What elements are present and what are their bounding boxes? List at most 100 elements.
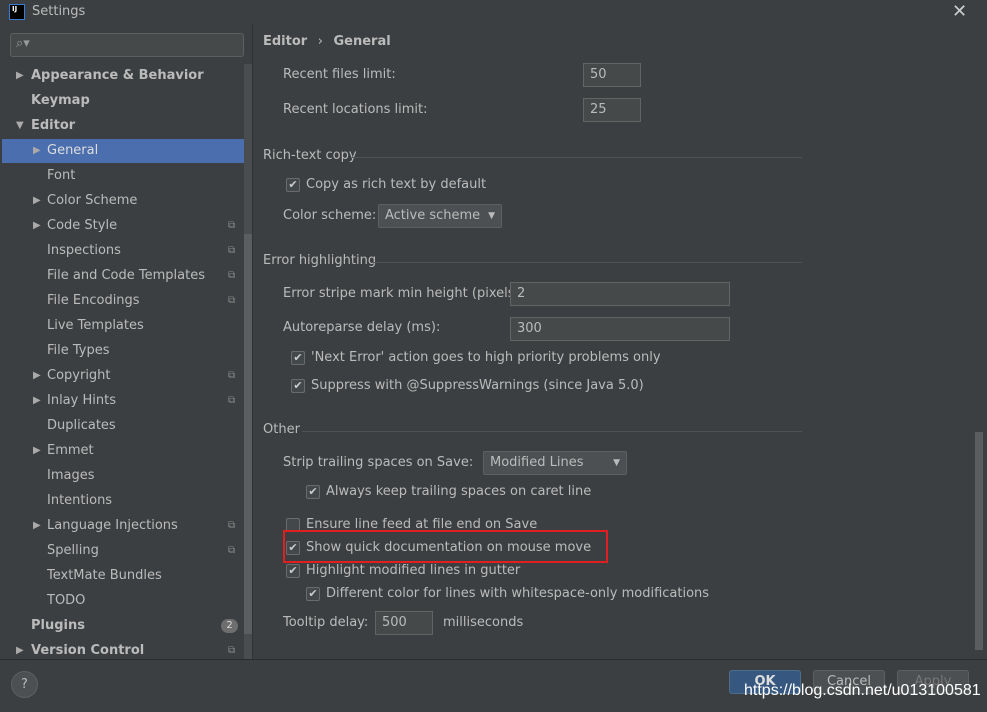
search-icon: ⌕▾: [16, 36, 30, 51]
breadcrumb-parent[interactable]: Editor: [263, 34, 307, 49]
chevron-right-icon[interactable]: ▶: [33, 389, 41, 413]
stripe-input[interactable]: 2: [510, 282, 730, 306]
sidebar-item-live-templates[interactable]: Live Templates: [2, 314, 252, 338]
project-copy-icon: ⧉: [228, 395, 236, 406]
autoreparse-label: Autoreparse delay (ms):: [283, 320, 441, 335]
color-scheme-value: Active scheme: [385, 208, 481, 223]
highlight-modified-checkbox[interactable]: ✔: [286, 564, 300, 578]
highlight-box: [283, 530, 608, 563]
diff-color-checkbox[interactable]: ✔: [306, 587, 320, 601]
copy-rich-label: Copy as rich text by default: [306, 177, 487, 192]
sidebar-item-label: Code Style: [47, 218, 118, 233]
sidebar-item-label: Images: [47, 468, 95, 483]
sidebar-item-label: Inspections: [47, 243, 121, 258]
sidebar-item-label: Editor: [31, 118, 76, 133]
chevron-down-icon[interactable]: ▼: [16, 114, 24, 138]
sidebar-item-file-encodings[interactable]: File Encodings ⧉: [2, 289, 252, 313]
project-copy-icon: ⧉: [228, 295, 236, 306]
sidebar-item-duplicates[interactable]: Duplicates: [2, 414, 252, 438]
sidebar-scrollbar[interactable]: [244, 64, 252, 659]
chevron-right-icon[interactable]: ▶: [33, 364, 41, 388]
app-logo-icon: IJ: [9, 4, 25, 20]
chevron-right-icon[interactable]: ▶: [33, 439, 41, 463]
sidebar-item-copyright[interactable]: ▶ Copyright ⧉: [2, 364, 252, 388]
keep-trailing-checkbox[interactable]: ✔: [306, 485, 320, 499]
settings-sidebar: ⌕▾ ▶ Appearance & Behavior Keymap ▼ Editor ▶ G…: [0, 24, 252, 659]
breadcrumb-current: General: [333, 34, 391, 49]
help-button[interactable]: ?: [11, 671, 38, 698]
stripe-label: Error stripe mark min height (pixels):: [283, 286, 524, 301]
project-copy-icon: ⧉: [228, 520, 236, 531]
project-copy-icon: ⧉: [228, 270, 236, 281]
project-copy-icon: ⧉: [228, 545, 236, 556]
copy-rich-checkbox[interactable]: ✔: [286, 178, 300, 192]
suppress-label: Suppress with @SuppressWarnings (since J…: [311, 378, 644, 393]
sidebar-item-label: Spelling: [47, 543, 99, 558]
chevron-right-icon[interactable]: ▶: [33, 189, 41, 213]
chevron-right-icon[interactable]: ▶: [33, 139, 41, 163]
window-title: Settings: [32, 4, 86, 19]
sidebar-item-label: File Types: [47, 343, 110, 358]
next-error-checkbox[interactable]: ✔: [291, 351, 305, 365]
sidebar-item-file-types[interactable]: File Types: [2, 339, 252, 363]
sidebar-item-inlay-hints[interactable]: ▶ Inlay Hints ⧉: [2, 389, 252, 413]
strip-dropdown[interactable]: Modified Lines ▼: [483, 451, 627, 475]
sidebar-item-images[interactable]: Images: [2, 464, 252, 488]
sidebar-item-color-scheme[interactable]: ▶ Color Scheme: [2, 189, 252, 213]
project-copy-icon: ⧉: [228, 370, 236, 381]
recent-files-input[interactable]: 50: [583, 63, 641, 87]
close-icon[interactable]: ✕: [952, 1, 967, 22]
scrollbar-thumb[interactable]: [244, 234, 252, 634]
sidebar-item-emmet[interactable]: ▶ Emmet: [2, 439, 252, 463]
error-section: Error highlighting: [263, 253, 377, 268]
content-scrollbar[interactable]: [975, 432, 983, 650]
breadcrumb: Editor › General: [263, 34, 391, 49]
sidebar-item-label: Keymap: [31, 93, 90, 108]
sidebar-item-language-injections[interactable]: ▶ Language Injections ⧉: [2, 514, 252, 538]
sidebar-item-code-style[interactable]: ▶ Code Style ⧉: [2, 214, 252, 238]
chevron-right-icon[interactable]: ▶: [33, 214, 41, 238]
sidebar-item-label: Color Scheme: [47, 193, 138, 208]
recent-locations-input[interactable]: 25: [583, 98, 641, 122]
sidebar-item-plugins[interactable]: Plugins 2: [2, 614, 252, 638]
sidebar-item-label: Font: [47, 168, 76, 183]
autoreparse-input[interactable]: 300: [510, 317, 730, 341]
sidebar-item-label: Duplicates: [47, 418, 116, 433]
sidebar-item-todo[interactable]: TODO: [2, 589, 252, 613]
settings-tree: ▶ Appearance & Behavior Keymap ▼ Editor ▶ Gene…: [0, 64, 252, 659]
chevron-down-icon: ▼: [488, 211, 495, 221]
updates-badge: 2: [221, 619, 238, 633]
sidebar-item-label: Plugins: [31, 618, 85, 633]
sidebar-item-spelling[interactable]: Spelling ⧉: [2, 539, 252, 563]
keep-trailing-label: Always keep trailing spaces on caret lin…: [326, 484, 592, 499]
divider: [352, 157, 802, 158]
sidebar-item-intentions[interactable]: Intentions: [2, 489, 252, 513]
project-copy-icon: ⧉: [228, 220, 236, 231]
highlight-modified-label: Highlight modified lines in gutter: [306, 563, 521, 578]
sidebar-item-label: Appearance & Behavior: [31, 68, 204, 83]
divider: [302, 431, 802, 432]
sidebar-item-file-and-code-templates[interactable]: File and Code Templates ⧉: [2, 264, 252, 288]
sidebar-item-textmate-bundles[interactable]: TextMate Bundles: [2, 564, 252, 588]
sidebar-item-appearance-behavior[interactable]: ▶ Appearance & Behavior: [2, 64, 252, 88]
tooltip-unit: milliseconds: [443, 615, 524, 630]
color-scheme-dropdown[interactable]: Active scheme ▼: [378, 204, 502, 228]
sidebar-item-general[interactable]: ▶ General: [2, 139, 252, 163]
chevron-right-icon[interactable]: ▶: [16, 64, 24, 88]
suppress-checkbox[interactable]: ✔: [291, 379, 305, 393]
chevron-right-icon[interactable]: ▶: [33, 514, 41, 538]
sidebar-item-keymap[interactable]: Keymap: [2, 89, 252, 113]
chevron-down-icon: ▼: [613, 458, 620, 468]
color-scheme-label: Color scheme:: [283, 208, 377, 223]
sidebar-item-inspections[interactable]: Inspections ⧉: [2, 239, 252, 263]
sidebar-item-font[interactable]: Font: [2, 164, 252, 188]
search-input[interactable]: ⌕▾: [10, 33, 244, 57]
sidebar-item-editor[interactable]: ▼ Editor: [2, 114, 252, 138]
sidebar-item-label: File and Code Templates: [47, 268, 205, 283]
strip-label: Strip trailing spaces on Save:: [283, 455, 474, 470]
other-section: Other: [263, 422, 300, 437]
sidebar-item-label: TextMate Bundles: [47, 568, 162, 583]
tooltip-input[interactable]: 500: [375, 611, 433, 635]
sidebar-item-label: TODO: [47, 593, 86, 608]
sidebar-item-label: Copyright: [47, 368, 111, 383]
